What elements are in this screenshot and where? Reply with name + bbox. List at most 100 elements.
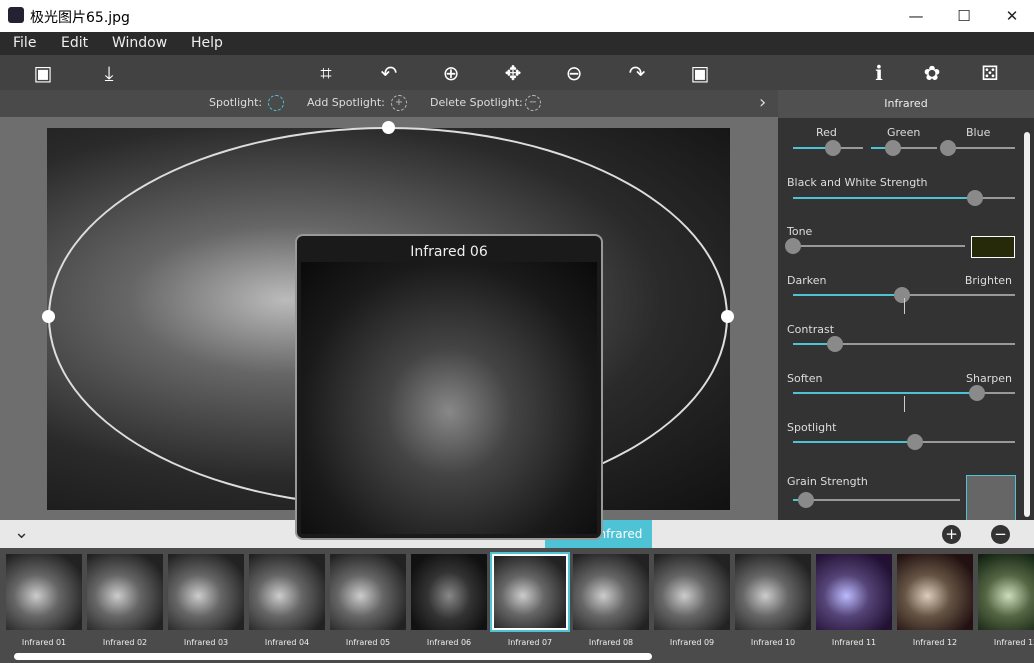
settings-icon[interactable]: ✿: [919, 60, 945, 86]
save-icon[interactable]: ⤓: [96, 60, 122, 86]
bw-strength-slider[interactable]: [793, 190, 1015, 206]
filter-thumbnail[interactable]: Infrared 04: [249, 554, 325, 647]
filter-thumbnail[interactable]: Infrared 03: [168, 554, 244, 647]
sharpen-label: Sharpen: [966, 372, 1012, 385]
filter-thumbnail[interactable]: Infrared 02: [87, 554, 163, 647]
blue-slider[interactable]: [939, 140, 1015, 156]
center-tick: [904, 396, 905, 412]
filter-thumbnail[interactable]: Infrared 05: [330, 554, 406, 647]
move-icon[interactable]: ✥: [500, 60, 526, 86]
filter-thumbnail[interactable]: Infrared 11: [816, 554, 892, 647]
thumbnail-label: Infrared 02: [102, 638, 148, 647]
grain-slider[interactable]: [793, 492, 960, 508]
contrast-label: Contrast: [787, 323, 835, 336]
thumbnail-label: Infrared 12: [912, 638, 958, 647]
filter-thumbnail[interactable]: Infrared 08: [573, 554, 649, 647]
rotate-left-icon[interactable]: ↶: [376, 60, 402, 86]
popup-title: Infrared 06: [410, 244, 488, 260]
app-icon: [8, 7, 24, 23]
slider-knob[interactable]: [827, 336, 844, 352]
center-tick: [904, 298, 905, 314]
thumbnail-image: [330, 554, 406, 630]
green-slider[interactable]: [871, 140, 937, 156]
filter-thumbnail[interactable]: Infrared 07: [490, 552, 570, 647]
spotlight-handle-left[interactable]: [42, 310, 55, 323]
menu-file[interactable]: File: [13, 35, 36, 51]
fit-image-icon[interactable]: ▣: [687, 60, 713, 86]
thumbnail-image: [816, 554, 892, 630]
remove-filter-button[interactable]: −: [991, 525, 1010, 544]
info-icon[interactable]: ℹ: [866, 60, 892, 86]
delete-spotlight-icon[interactable]: −: [525, 95, 541, 111]
filter-thumbnail[interactable]: Infrared 06: [411, 554, 487, 647]
maximize-button[interactable]: ☐: [944, 4, 984, 28]
slider-knob[interactable]: [785, 238, 801, 254]
zoom-out-icon[interactable]: ⊖: [561, 60, 587, 86]
thumbnail-label: Infrared 08: [588, 638, 634, 647]
slider-knob[interactable]: [884, 140, 901, 156]
filter-thumbnail[interactable]: Infrared 01: [6, 554, 82, 647]
tone-color-swatch[interactable]: [971, 236, 1015, 258]
spotlight-handle-top[interactable]: [382, 121, 395, 134]
slider-fill: [793, 392, 978, 394]
slider-knob[interactable]: [969, 385, 986, 401]
tone-slider[interactable]: [785, 238, 965, 254]
green-label: Green: [887, 126, 921, 139]
spotlight-slider[interactable]: [793, 434, 1015, 450]
contrast-slider[interactable]: [793, 336, 1015, 352]
tone-label: Tone: [787, 225, 813, 238]
add-spotlight-label: Add Spotlight:: [307, 96, 385, 109]
grain-preview[interactable]: [966, 475, 1016, 525]
slider-knob[interactable]: [967, 190, 984, 206]
close-button[interactable]: ✕: [992, 4, 1032, 28]
red-label: Red: [816, 126, 837, 139]
filter-thumbnail[interactable]: Infrared 13: [978, 554, 1034, 647]
random-dice-icon[interactable]: ⚄: [977, 60, 1003, 86]
panel-scrollbar[interactable]: [1024, 132, 1030, 517]
slider-knob[interactable]: [824, 140, 841, 156]
chevron-right-icon[interactable]: ›: [759, 92, 766, 113]
menu-window[interactable]: Window: [112, 35, 167, 51]
slider-knob[interactable]: [893, 287, 910, 303]
thumbnail-image: [6, 554, 82, 630]
thumbnail-label: Infrared 01: [21, 638, 67, 647]
slider-fill: [793, 197, 976, 199]
filter-thumbnail[interactable]: Infrared 10: [735, 554, 811, 647]
spotlight-strength-label: Spotlight: [787, 421, 837, 434]
filter-preview-popup: Infrared 06: [295, 234, 603, 540]
filter-thumbnail[interactable]: Infrared 12: [897, 554, 973, 647]
add-filter-button[interactable]: +: [942, 525, 961, 544]
add-spotlight-icon[interactable]: +: [391, 95, 407, 111]
minimize-button[interactable]: —: [896, 4, 936, 28]
slider-fill: [793, 294, 902, 296]
spotlight-handle-right[interactable]: [721, 310, 734, 323]
slider-knob[interactable]: [798, 492, 815, 508]
soften-label: Soften: [787, 372, 823, 385]
brightness-slider[interactable]: [793, 287, 1015, 314]
menu-bar: File Edit Window Help: [0, 32, 1034, 55]
slider-knob[interactable]: [907, 434, 924, 450]
menu-help[interactable]: Help: [191, 35, 223, 51]
strip-scrollbar[interactable]: [14, 653, 652, 660]
thumbnail-label: Infrared 13: [993, 638, 1034, 647]
slider-knob[interactable]: [939, 140, 956, 156]
thumbnail-label: Infrared 11: [831, 638, 877, 647]
red-slider[interactable]: [793, 140, 863, 156]
spotlight-icon[interactable]: [268, 95, 284, 111]
thumbnail-label: Infrared 09: [669, 638, 715, 647]
filter-thumbnail[interactable]: Infrared 09: [654, 554, 730, 647]
crop-icon[interactable]: ⌗: [313, 60, 339, 86]
spotlight-label: Spotlight:: [209, 96, 263, 109]
open-image-icon[interactable]: ▣: [30, 60, 56, 86]
zoom-in-icon[interactable]: ⊕: [438, 60, 464, 86]
title-bar: 极光图片65.jpg — ☐ ✕: [0, 0, 1034, 32]
delete-spotlight-label: Delete Spotlight:: [430, 96, 523, 109]
darken-label: Darken: [787, 274, 827, 287]
collapse-icon[interactable]: ⌄: [14, 522, 29, 543]
settings-panel: Red Green Blue Black and White Strength Tone…: [778, 118, 1034, 525]
thumbnail-label: Infrared 10: [750, 638, 796, 647]
menu-edit[interactable]: Edit: [61, 35, 88, 51]
rotate-right-icon[interactable]: ↷: [624, 60, 650, 86]
sharpen-slider[interactable]: [793, 385, 1015, 412]
thumbnail-image: [573, 554, 649, 630]
